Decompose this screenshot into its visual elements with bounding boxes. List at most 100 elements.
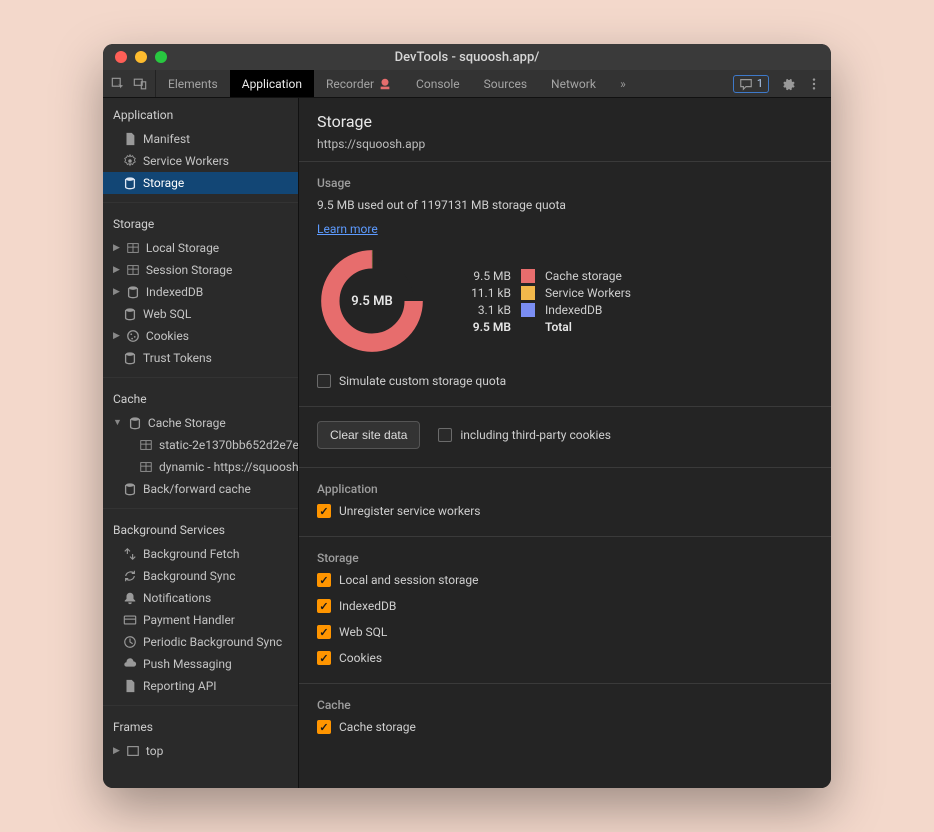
sidebar-item-storage[interactable]: Storage <box>103 172 298 194</box>
sidebar-item-label: Background Sync <box>143 568 235 584</box>
sidebar-item-label: Cache Storage <box>148 415 226 431</box>
tab-overflow[interactable]: » <box>608 70 638 97</box>
indexeddb-checkbox[interactable] <box>317 599 331 613</box>
legend-row-idb: 3.1 kB IndexedDB <box>457 303 631 317</box>
legend-label: Cache storage <box>545 269 622 283</box>
legend-value: 9.5 MB <box>457 269 511 283</box>
sidebar-item-payment[interactable]: Payment Handler <box>103 609 298 631</box>
sidebar-item-cache-storage[interactable]: ▼ Cache Storage <box>103 412 298 434</box>
sidebar-item-websql[interactable]: Web SQL <box>103 303 298 325</box>
tab-elements[interactable]: Elements <box>156 70 230 97</box>
sidebar-item-manifest[interactable]: Manifest <box>103 128 298 150</box>
sidebar-item-notifications[interactable]: Notifications <box>103 587 298 609</box>
issues-count: 1 <box>757 77 763 90</box>
sidebar-header-application: Application <box>103 104 298 128</box>
minimize-icon[interactable] <box>135 51 147 63</box>
tab-sources[interactable]: Sources <box>472 70 539 97</box>
frame-icon <box>126 744 140 758</box>
sidebar-item-label: dynamic - https://squoosh… <box>159 459 298 475</box>
chevron-right-icon: ▶ <box>113 284 120 300</box>
tab-recorder[interactable]: Recorder <box>314 70 404 97</box>
legend-value: 11.1 kB <box>457 286 511 300</box>
chevron-right-double-icon: » <box>616 77 630 91</box>
cookies-label: Cookies <box>339 651 382 665</box>
sidebar-item-local-storage[interactable]: ▶ Local Storage <box>103 237 298 259</box>
database-icon <box>123 307 137 321</box>
device-toggle-icon[interactable] <box>133 77 147 91</box>
chevron-down-icon: ▼ <box>113 415 122 431</box>
sidebar: Application Manifest Service Workers Sto… <box>103 98 299 788</box>
inspect-icon[interactable] <box>111 77 125 91</box>
include-third-party-label: including third-party cookies <box>460 428 611 442</box>
sidebar-item-label: Manifest <box>143 131 190 147</box>
chevron-right-icon: ▶ <box>113 328 120 344</box>
simulate-quota-checkbox[interactable] <box>317 374 331 388</box>
swatch-icon <box>521 269 535 283</box>
cookies-checkbox[interactable] <box>317 651 331 665</box>
tab-network[interactable]: Network <box>539 70 608 97</box>
local-session-checkbox[interactable] <box>317 573 331 587</box>
clear-site-data-button[interactable]: Clear site data <box>317 421 420 449</box>
card-icon <box>123 613 137 627</box>
sidebar-item-frame-top[interactable]: ▶ top <box>103 740 298 762</box>
sidebar-item-label: Periodic Background Sync <box>143 634 282 650</box>
document-icon <box>123 132 137 146</box>
fetch-icon <box>123 547 137 561</box>
sidebar-item-bg-sync[interactable]: Background Sync <box>103 565 298 587</box>
include-third-party-checkbox[interactable] <box>438 428 452 442</box>
swatch-icon <box>521 286 535 300</box>
close-icon[interactable] <box>115 51 127 63</box>
tab-console[interactable]: Console <box>404 70 472 97</box>
usage-title: Usage <box>317 176 813 190</box>
message-icon <box>739 77 753 91</box>
sidebar-header-cache: Cache <box>103 388 298 412</box>
titlebar: DevTools - squoosh.app/ <box>103 44 831 70</box>
sidebar-item-cache-dynamic[interactable]: dynamic - https://squoosh… <box>103 456 298 478</box>
preview-badge-icon <box>378 77 392 91</box>
legend-label: Total <box>545 320 572 334</box>
tab-application[interactable]: Application <box>230 70 314 97</box>
sync-icon <box>123 569 137 583</box>
maximize-icon[interactable] <box>155 51 167 63</box>
cache-storage-checkbox[interactable] <box>317 720 331 734</box>
sidebar-item-trust-tokens[interactable]: Trust Tokens <box>103 347 298 369</box>
application-section-title: Application <box>317 482 813 496</box>
local-session-label: Local and session storage <box>339 573 479 587</box>
sidebar-item-push[interactable]: Push Messaging <box>103 653 298 675</box>
sidebar-item-cookies[interactable]: ▶ Cookies <box>103 325 298 347</box>
chevron-right-icon: ▶ <box>113 262 120 278</box>
issues-button[interactable]: 1 <box>733 75 769 93</box>
learn-more-link[interactable]: Learn more <box>317 222 378 236</box>
kebab-icon[interactable] <box>807 77 821 91</box>
simulate-quota-label: Simulate custom storage quota <box>339 374 506 388</box>
sidebar-item-reporting[interactable]: Reporting API <box>103 675 298 697</box>
sidebar-item-label: static-2e1370bb652d2e7e… <box>159 437 298 453</box>
table-icon <box>126 241 140 255</box>
database-icon <box>123 351 137 365</box>
sidebar-item-indexeddb[interactable]: ▶ IndexedDB <box>103 281 298 303</box>
database-icon <box>126 285 140 299</box>
sidebar-item-session-storage[interactable]: ▶ Session Storage <box>103 259 298 281</box>
chevron-right-icon: ▶ <box>113 743 120 759</box>
sidebar-item-service-workers[interactable]: Service Workers <box>103 150 298 172</box>
unregister-sw-label: Unregister service workers <box>339 504 481 518</box>
sidebar-header-bg: Background Services <box>103 519 298 543</box>
sidebar-item-label: Reporting API <box>143 678 217 694</box>
storage-section-title: Storage <box>317 551 813 565</box>
sidebar-item-label: Push Messaging <box>143 656 232 672</box>
unregister-sw-checkbox[interactable] <box>317 504 331 518</box>
database-icon <box>128 416 142 430</box>
sidebar-item-label: Background Fetch <box>143 546 239 562</box>
websql-checkbox[interactable] <box>317 625 331 639</box>
cloud-icon <box>123 657 137 671</box>
legend-value: 3.1 kB <box>457 303 511 317</box>
sidebar-item-cache-static[interactable]: static-2e1370bb652d2e7e… <box>103 434 298 456</box>
sidebar-item-bg-fetch[interactable]: Background Fetch <box>103 543 298 565</box>
legend-row-total: 9.5 MB Total <box>457 320 631 334</box>
chevron-right-icon: ▶ <box>113 240 120 256</box>
gear-icon[interactable] <box>781 77 795 91</box>
sidebar-item-periodic-sync[interactable]: Periodic Background Sync <box>103 631 298 653</box>
sidebar-item-label: Storage <box>143 175 184 191</box>
sidebar-item-bfcache[interactable]: Back/forward cache <box>103 478 298 500</box>
sidebar-item-label: IndexedDB <box>146 284 203 300</box>
